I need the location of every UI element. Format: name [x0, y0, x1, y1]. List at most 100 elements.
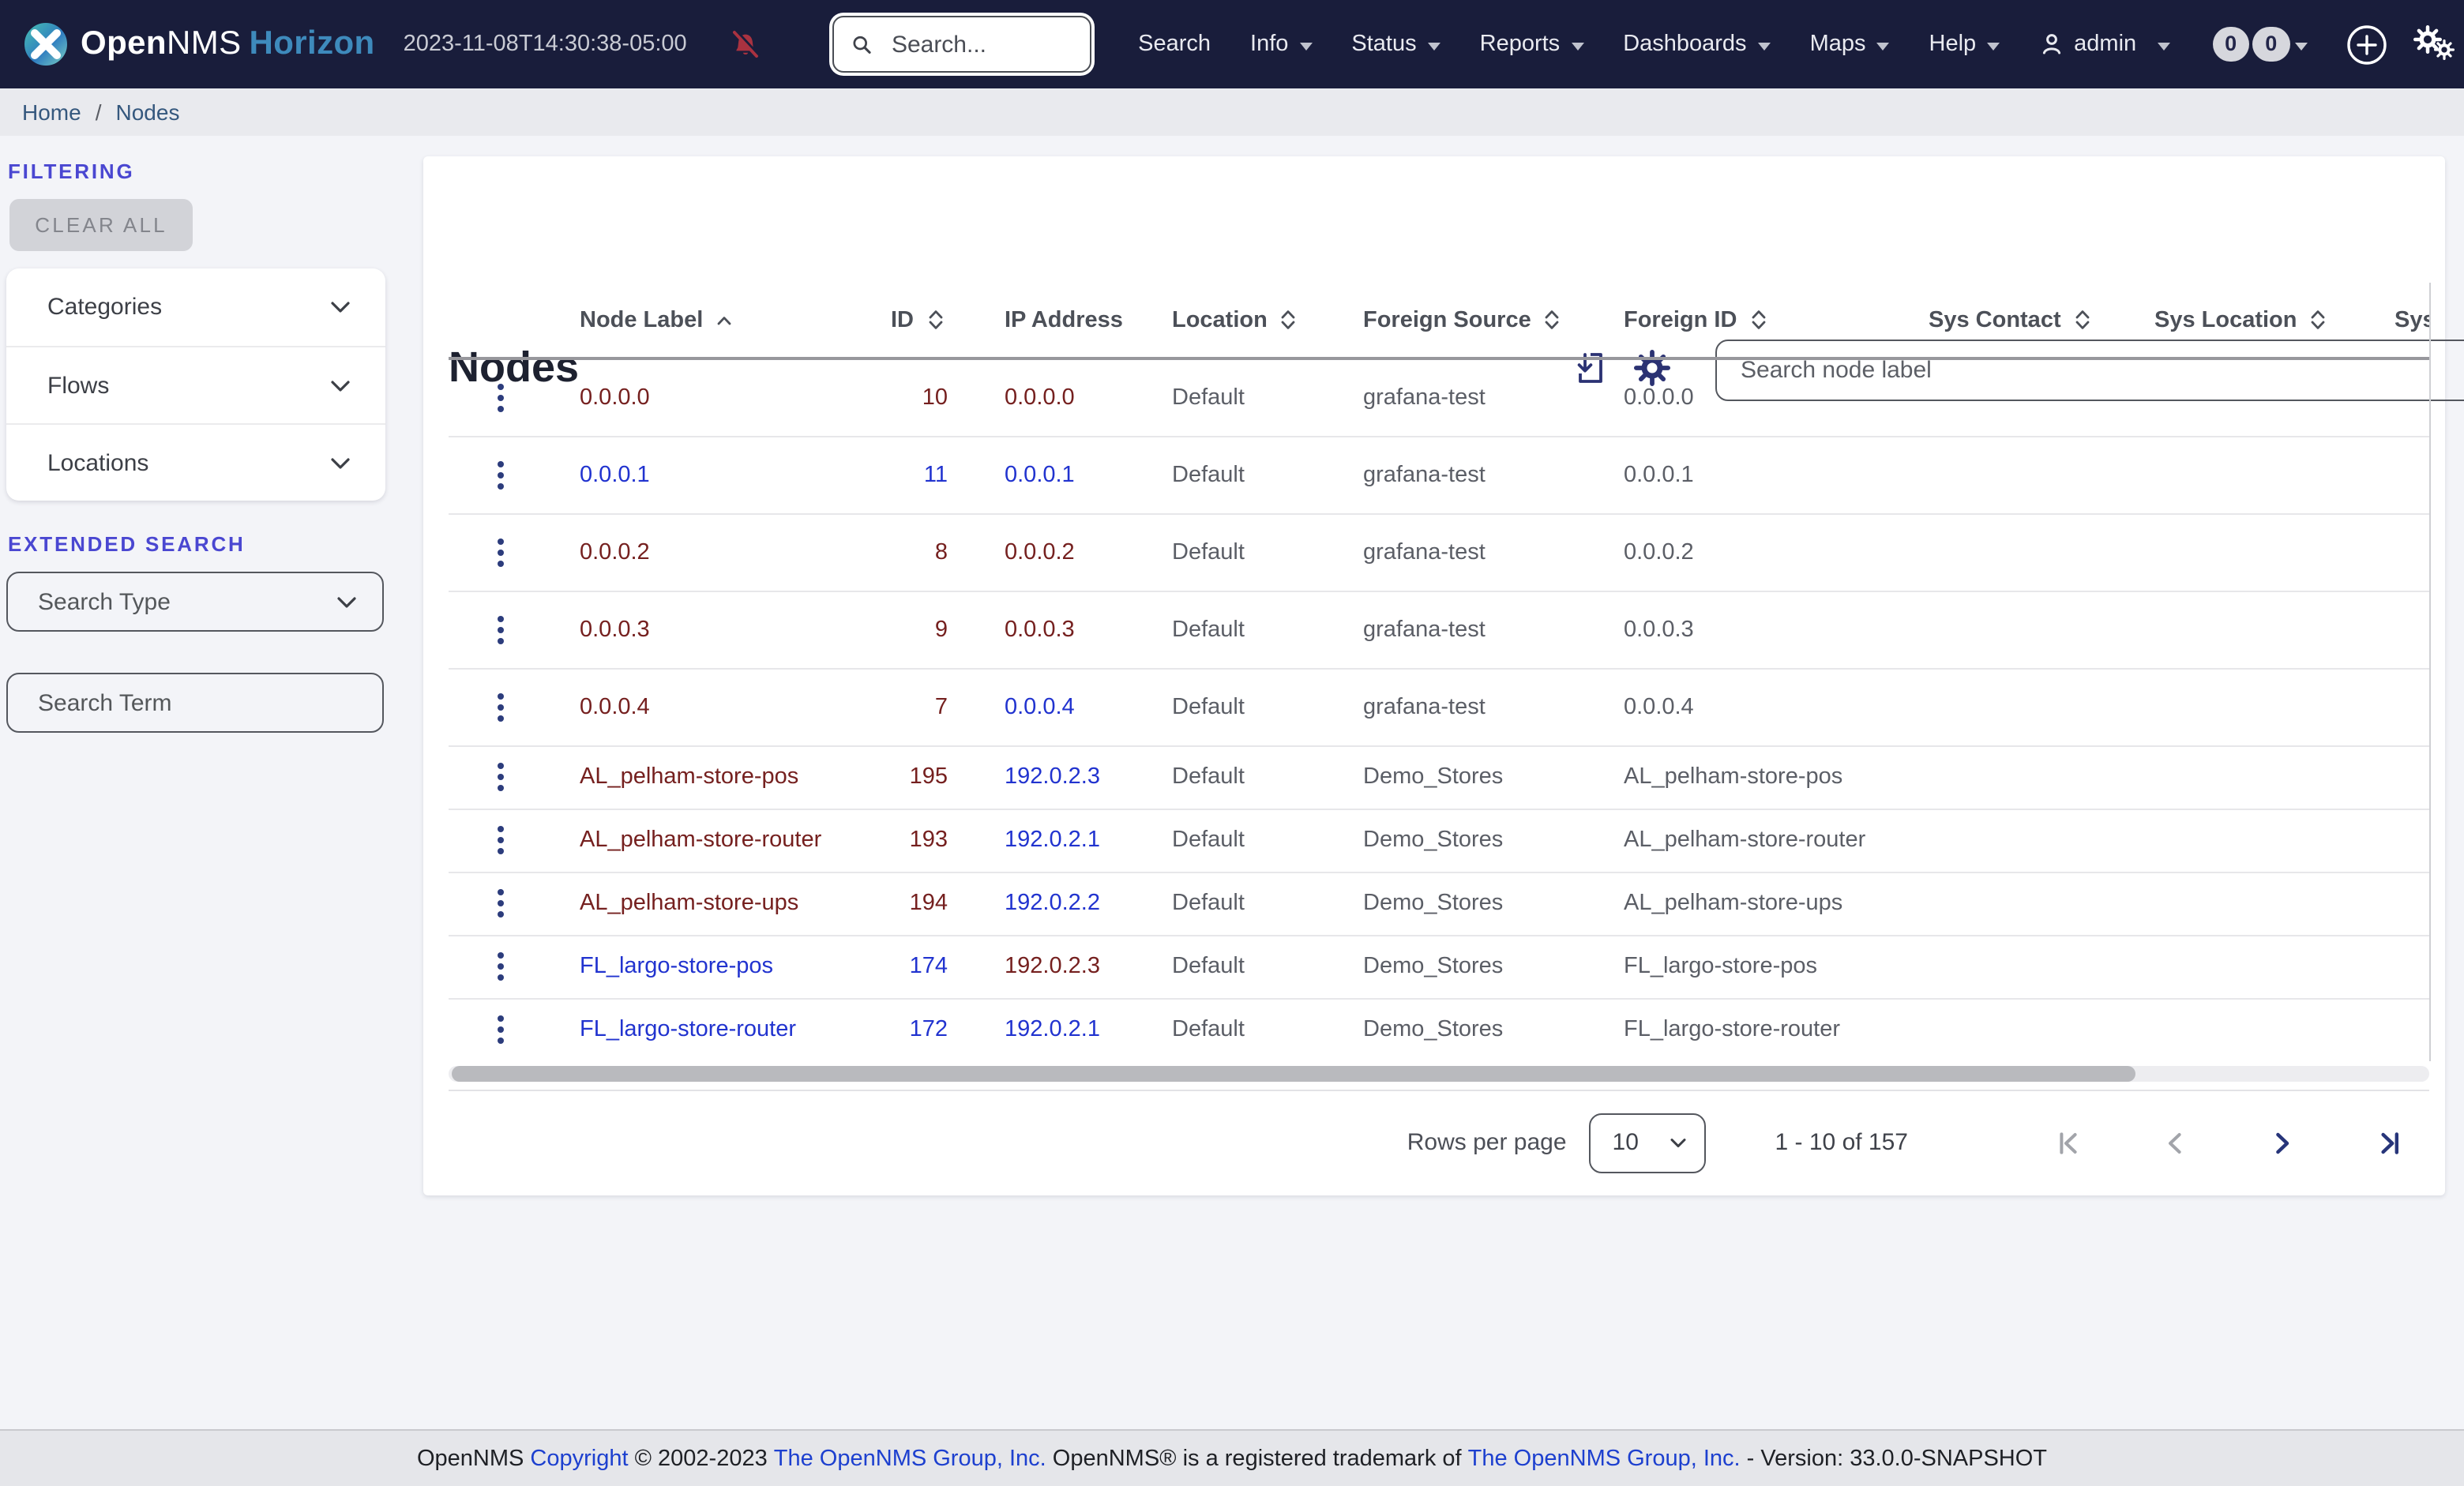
search-type-select[interactable]: Search Type: [6, 572, 384, 632]
node-sys-location: [2132, 935, 2369, 998]
node-id-link[interactable]: 11: [885, 436, 963, 513]
scrollbar-thumb[interactable]: [452, 1066, 2135, 1082]
next-page-button[interactable]: [2262, 1122, 2303, 1163]
node-ip-link[interactable]: 0.0.0.4: [963, 668, 1153, 745]
quick-add-button[interactable]: [2345, 23, 2387, 66]
kebab-menu-icon[interactable]: [496, 383, 504, 412]
kebab-menu-icon[interactable]: [496, 538, 504, 566]
row-actions[interactable]: [449, 998, 528, 1061]
node-label-link[interactable]: 0.0.0.3: [528, 591, 885, 668]
column-label: Node Label: [580, 307, 704, 332]
global-search-input[interactable]: [888, 29, 1072, 59]
node-ip-link[interactable]: 192.0.2.1: [963, 809, 1153, 872]
row-actions[interactable]: [449, 745, 528, 809]
previous-page-button[interactable]: [2154, 1122, 2195, 1163]
first-page-button[interactable]: [2047, 1122, 2088, 1163]
node-label-link[interactable]: 0.0.0.4: [528, 668, 885, 745]
node-label-link[interactable]: AL_pelham-store-router: [528, 809, 885, 872]
kebab-menu-icon[interactable]: [496, 1015, 504, 1045]
column-header-node-label[interactable]: Node Label: [528, 283, 885, 358]
node-id-link[interactable]: 172: [885, 998, 963, 1061]
kebab-menu-icon[interactable]: [496, 952, 504, 981]
filter-accordion-categories[interactable]: Categories: [6, 268, 385, 346]
column-header-foreign-id[interactable]: Foreign ID: [1603, 283, 1903, 358]
node-id-link[interactable]: 194: [885, 872, 963, 935]
nav-item-reports[interactable]: Reports: [1480, 32, 1584, 57]
node-ip-link[interactable]: 0.0.0.2: [963, 513, 1153, 591]
kebab-menu-icon[interactable]: [496, 460, 504, 489]
notification-badge-2[interactable]: 0: [2252, 26, 2290, 62]
node-id-link[interactable]: 195: [885, 745, 963, 809]
first-page-icon: [2060, 1131, 2077, 1154]
node-label-link[interactable]: AL_pelham-store-ups: [528, 872, 885, 935]
row-actions[interactable]: [449, 809, 528, 872]
horizontal-scrollbar[interactable]: [449, 1066, 2429, 1082]
global-search-box[interactable]: [832, 16, 1091, 73]
filter-accordion-locations[interactable]: Locations: [6, 423, 385, 501]
node-id-link[interactable]: 7: [885, 668, 963, 745]
node-label-link[interactable]: AL_pelham-store-pos: [528, 745, 885, 809]
nav-item-search[interactable]: Search: [1138, 32, 1211, 57]
column-header-ip-address[interactable]: IP Address: [963, 283, 1153, 358]
search-term-field[interactable]: [6, 673, 384, 733]
node-id-link[interactable]: 8: [885, 513, 963, 591]
user-menu[interactable]: admin: [2039, 32, 2170, 57]
breadcrumb-home[interactable]: Home: [22, 99, 81, 125]
nav-item-dashboards[interactable]: Dashboards: [1623, 32, 1771, 57]
kebab-menu-icon[interactable]: [496, 889, 504, 917]
clear-all-button[interactable]: CLEAR ALL: [9, 199, 193, 251]
footer-link[interactable]: The OpenNMS Group, Inc.: [774, 1446, 1046, 1471]
kebab-menu-icon[interactable]: [496, 763, 504, 791]
footer-link[interactable]: Copyright: [530, 1446, 628, 1471]
nav-item-help[interactable]: Help: [1929, 32, 2000, 57]
node-id-link[interactable]: 10: [885, 358, 963, 436]
notification-badges[interactable]: 00: [2212, 26, 2290, 62]
kebab-menu-icon[interactable]: [496, 692, 504, 721]
filter-accordion-flows[interactable]: Flows: [6, 346, 385, 423]
node-ip-link[interactable]: 192.0.2.1: [963, 998, 1153, 1061]
node-label-link[interactable]: FL_largo-store-pos: [528, 935, 885, 998]
notifications-off-icon[interactable]: [728, 27, 763, 62]
node-label-link[interactable]: 0.0.0.2: [528, 513, 885, 591]
column-header-sys-contact[interactable]: Sys Contact: [1903, 283, 2132, 358]
node-ip-link[interactable]: 0.0.0.3: [963, 591, 1153, 668]
node-label-link[interactable]: FL_largo-store-router: [528, 998, 885, 1061]
node-label-link[interactable]: 0.0.0.0: [528, 358, 885, 436]
node-ip-link[interactable]: 192.0.2.3: [963, 935, 1153, 998]
node-ip-link[interactable]: 0.0.0.1: [963, 436, 1153, 513]
nav-item-status[interactable]: Status: [1351, 32, 1440, 57]
row-actions[interactable]: [449, 436, 528, 513]
notification-badge-1[interactable]: 0: [2212, 26, 2250, 62]
kebab-menu-icon[interactable]: [496, 826, 504, 854]
column-header-foreign-source[interactable]: Foreign Source: [1343, 283, 1603, 358]
admin-gears-button[interactable]: [2413, 21, 2442, 68]
node-ip-link[interactable]: 0.0.0.0: [963, 358, 1153, 436]
column-header-location[interactable]: Location: [1153, 283, 1343, 358]
row-actions[interactable]: [449, 668, 528, 745]
column-header-id[interactable]: ID: [885, 283, 963, 358]
node-ip-link[interactable]: 192.0.2.3: [963, 745, 1153, 809]
column-header-sys-d[interactable]: Sys D: [2369, 283, 2429, 358]
last-page-button[interactable]: [2369, 1122, 2410, 1163]
footer-link[interactable]: The OpenNMS Group, Inc.: [1468, 1446, 1741, 1471]
row-actions[interactable]: [449, 591, 528, 668]
breadcrumb-nodes[interactable]: Nodes: [116, 99, 180, 125]
brand-logo[interactable]: OpenNMS Horizon: [22, 21, 375, 68]
node-ip-link[interactable]: 192.0.2.2: [963, 872, 1153, 935]
node-sys-description: [2369, 745, 2429, 809]
rows-per-page-select[interactable]: 10: [1588, 1113, 1706, 1173]
row-actions[interactable]: [449, 513, 528, 591]
search-term-input[interactable]: [8, 689, 382, 716]
column-header-sys-location[interactable]: Sys Location: [2132, 283, 2369, 358]
row-actions[interactable]: [449, 935, 528, 998]
row-actions[interactable]: [449, 872, 528, 935]
nav-item-maps[interactable]: Maps: [1810, 32, 1890, 57]
node-id-link[interactable]: 9: [885, 591, 963, 668]
kebab-menu-icon[interactable]: [496, 615, 504, 644]
row-actions[interactable]: [449, 358, 528, 436]
nav-item-info[interactable]: Info: [1250, 32, 1313, 57]
page-footer: OpenNMS Copyright © 2002-2023 The OpenNM…: [0, 1429, 2464, 1486]
node-label-link[interactable]: 0.0.0.1: [528, 436, 885, 513]
node-id-link[interactable]: 193: [885, 809, 963, 872]
node-id-link[interactable]: 174: [885, 935, 963, 998]
